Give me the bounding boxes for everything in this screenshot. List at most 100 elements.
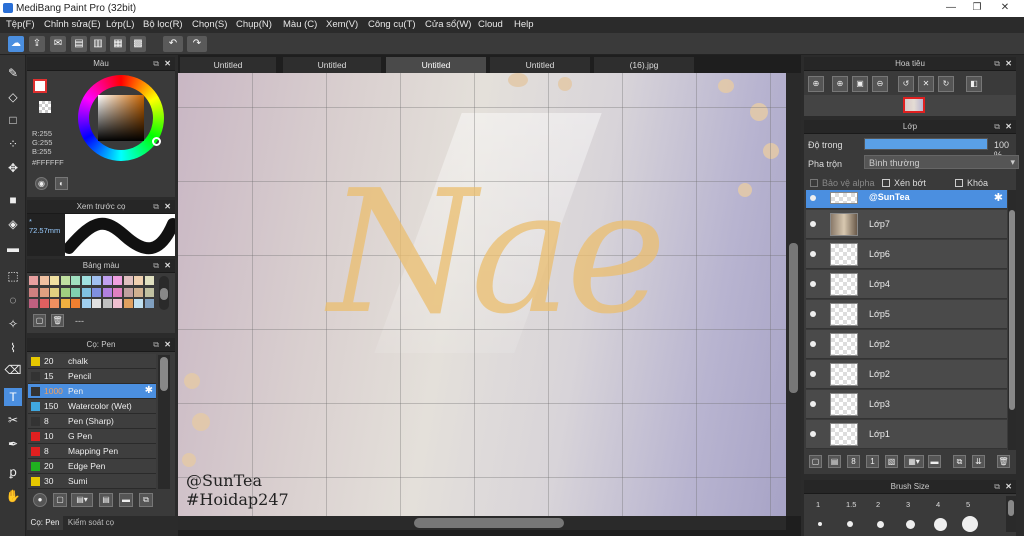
menu-view[interactable]: Xem(V) [326, 19, 358, 30]
artwork-canvas[interactable]: Nae @SunTea #Hoidap247 [178, 73, 786, 516]
close-icon[interactable]: ✕ [164, 259, 171, 273]
folder-icon[interactable]: ▬ [119, 493, 133, 507]
visibility-eye-icon[interactable] [810, 371, 816, 377]
palette-swatch[interactable] [81, 299, 91, 308]
lasso-tool-icon[interactable]: ◌ [4, 291, 22, 309]
opacity-slider[interactable] [864, 138, 988, 150]
palette-swatch[interactable] [123, 299, 133, 308]
new-brush-icon[interactable]: ▢ [53, 493, 67, 507]
palette-swatch[interactable] [92, 276, 101, 285]
hue-wheel[interactable] [78, 75, 164, 161]
primary-color-swatch[interactable] [33, 79, 47, 93]
palette-swatch[interactable] [102, 287, 112, 297]
close-icon[interactable]: ✕ [1005, 57, 1012, 71]
brush-size-dot[interactable] [847, 521, 853, 527]
close-icon[interactable]: ✕ [164, 338, 171, 352]
menu-snap[interactable]: Chụp(N) [236, 19, 272, 30]
pin-icon[interactable]: ⧉ [153, 259, 159, 273]
rotate-right-icon[interactable]: ↻ [938, 76, 954, 92]
flip-icon[interactable]: ◧ [966, 76, 982, 92]
rect-select-icon[interactable]: □ [4, 111, 22, 129]
image-layer-icon[interactable]: ▧ [885, 455, 898, 468]
menu-filter[interactable]: Bộ lọc(R) [143, 19, 183, 30]
pin-icon[interactable]: ⧉ [153, 200, 159, 214]
menu-color[interactable]: Màu (C) [283, 19, 317, 30]
close-button[interactable]: ✕ [992, 1, 1018, 15]
close-icon[interactable]: ✕ [1005, 120, 1012, 134]
pin-icon[interactable]: ⧉ [994, 57, 1000, 71]
brush-settings-icon[interactable]: ▤ [99, 493, 113, 507]
palette-swatch[interactable] [102, 299, 112, 308]
document-tab-active[interactable]: Untitled [386, 57, 486, 73]
select-pen-icon[interactable]: ⌇ [4, 339, 22, 357]
layer-row[interactable]: @SunTea ✱ [806, 190, 1007, 209]
menu-select[interactable]: Chọn(S) [192, 19, 227, 30]
brush-dropdown-icon[interactable]: ▤▾ [71, 493, 93, 507]
palette-wheel-icon[interactable]: ◉ [35, 177, 48, 190]
palette-swatch[interactable] [113, 299, 122, 308]
palette-swatch[interactable] [39, 299, 49, 308]
palette-swatch[interactable] [71, 287, 80, 297]
menu-file[interactable]: Tệp(F) [6, 19, 35, 30]
palette-swatch[interactable] [144, 276, 154, 285]
palette-swatch[interactable] [123, 287, 133, 297]
add-layer-dropdown-icon[interactable]: ▦▾ [904, 455, 924, 468]
tab-brush-control[interactable]: Kiểm soát cọ [64, 516, 118, 530]
menu-cloud[interactable]: Cloud [478, 19, 503, 30]
divide-tool-icon[interactable]: ✂ [4, 411, 22, 429]
upload-icon[interactable]: ⇪ [29, 36, 45, 52]
new-halftone-layer-icon[interactable]: ▤ [828, 455, 841, 468]
brush-size-scrollbar[interactable] [1006, 496, 1016, 532]
page-icon[interactable]: ▥ [90, 36, 106, 52]
layer-row[interactable]: Lớp3 [806, 390, 1007, 419]
select-tool-icon[interactable]: ⬚ [4, 267, 22, 285]
palette-swatch[interactable] [144, 287, 154, 297]
hand-tool-icon[interactable]: ✋ [4, 487, 22, 505]
duplicate-layer-icon[interactable]: ⧉ [953, 455, 966, 468]
dot-tool-icon[interactable]: ⁘ [4, 135, 22, 153]
menu-edit[interactable]: Chỉnh sửa(E) [44, 19, 101, 30]
select-eraser-icon[interactable]: ⌫ [4, 361, 22, 379]
delete-swatch-icon[interactable]: 🗑 [51, 314, 64, 327]
palette-swatch[interactable] [60, 287, 70, 297]
brush-tool-icon[interactable]: ✎ [4, 64, 22, 82]
brush-item[interactable]: 15 Pencil [28, 369, 156, 384]
palette-swatch[interactable] [39, 287, 49, 297]
protect-alpha-checkbox[interactable] [810, 179, 818, 187]
new-8bit-layer-icon[interactable]: 8 [847, 455, 860, 468]
palette-swatch[interactable] [144, 299, 154, 308]
pin-icon[interactable]: ⧉ [994, 480, 1000, 494]
lock-checkbox[interactable] [955, 179, 963, 187]
fit-screen-icon[interactable]: ✕ [918, 76, 934, 92]
palette-swatch[interactable] [29, 287, 38, 297]
palette-swatch[interactable] [81, 287, 91, 297]
gradient-tool-icon[interactable]: ▬ [4, 239, 22, 257]
layer-row[interactable]: Lớp6 [806, 240, 1007, 269]
palette-swatch[interactable] [71, 299, 80, 308]
move-tool-icon[interactable]: ✥ [4, 159, 22, 177]
visibility-eye-icon[interactable] [810, 401, 816, 407]
document-tab[interactable]: Untitled [180, 57, 276, 73]
brush-item[interactable]: 1000 Pen ✱ [28, 384, 156, 399]
pin-icon[interactable]: ⧉ [153, 338, 159, 352]
brush-item[interactable]: 150 Watercolor (Wet) [28, 399, 156, 414]
magic-wand-icon[interactable]: ✧ [4, 315, 22, 333]
palette-swatch[interactable] [113, 287, 122, 297]
palette-swatch[interactable] [29, 299, 38, 308]
zoom-out-icon[interactable]: ⊖ [872, 76, 888, 92]
palette-swatch[interactable] [60, 299, 70, 308]
eraser-tool-icon[interactable]: ◇ [4, 88, 22, 106]
visibility-eye-icon[interactable] [810, 221, 816, 227]
visibility-eye-icon[interactable] [810, 431, 816, 437]
palette-swatch[interactable] [123, 276, 133, 285]
close-icon[interactable]: ✕ [164, 57, 171, 71]
layer-scrollbar[interactable] [1008, 190, 1016, 450]
menu-tools[interactable]: Công cụ(T) [368, 19, 416, 30]
brush-scrollbar[interactable] [158, 355, 170, 489]
palette-swatch[interactable] [92, 287, 101, 297]
brush-item[interactable]: 8 Mapping Pen [28, 444, 156, 459]
bucket-tool-icon[interactable]: ◈ [4, 215, 22, 233]
layer-row[interactable]: Lớp5 [806, 300, 1007, 329]
menu-help[interactable]: Help [514, 19, 534, 30]
canvas-vscrollbar[interactable] [786, 73, 801, 516]
